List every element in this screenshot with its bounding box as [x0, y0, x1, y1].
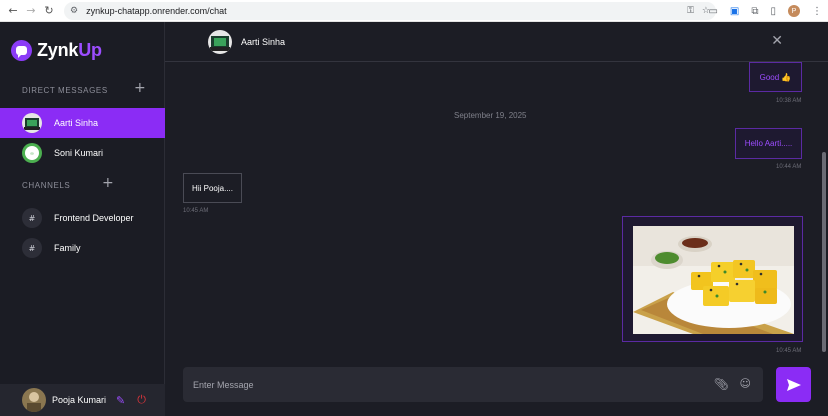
hash-icon: # [22, 238, 42, 258]
date-separator: September 19, 2025 [454, 111, 527, 120]
power-icon[interactable]: ⏻ [137, 393, 146, 407]
address-bar[interactable]: ⚙ zynkup-chatapp.onrender.com/chat ⚿ ☆ [64, 2, 716, 20]
key-icon[interactable]: ⚿ [687, 6, 694, 16]
message-bubble: Hii Pooja.... [183, 173, 242, 203]
svg-text:∞: ∞ [30, 151, 34, 157]
chat-bubble-icon [11, 40, 32, 61]
current-user-bar: Pooja Kumari ✎ ⏻ [0, 384, 165, 416]
sidebar: ZynkUp DIRECT MESSAGES + Aarti Sinha ∞ S… [0, 22, 165, 416]
reload-icon[interactable]: ↻ [40, 2, 58, 20]
send-button[interactable] [776, 367, 811, 402]
menu-icon[interactable]: ⋮ [812, 6, 822, 17]
logo-text-primary: Zynk [37, 40, 79, 60]
channels-section-title: CHANNELS [22, 181, 71, 190]
send-icon [786, 378, 801, 391]
message-time: 10:45 AM [776, 348, 802, 354]
paperclip-icon[interactable]: 📎︎ [714, 377, 729, 391]
screen-icon[interactable]: ▣ [730, 6, 739, 17]
message-text: Hii Pooja.... [192, 183, 233, 193]
avatar [22, 113, 42, 133]
split-view-icon[interactable]: ▯ [770, 6, 776, 17]
sidebar-item-label: Aarti Sinha [54, 118, 99, 128]
chat-header: Aarti Sinha ✕ [165, 22, 828, 62]
sidebar-item-soni-kumari[interactable]: ∞ Soni Kumari [0, 138, 165, 168]
plus-icon[interactable]: + [134, 80, 146, 96]
hash-icon: # [22, 208, 42, 228]
message-composer: 📎︎ ☺ [183, 367, 763, 402]
dm-section-title: DIRECT MESSAGES [22, 86, 108, 95]
emoji-icon[interactable]: ☺ [740, 377, 751, 390]
close-icon[interactable]: ✕ [771, 33, 783, 49]
chat-contact-name: Aarti Sinha [241, 36, 286, 47]
food-photo[interactable] [633, 226, 794, 334]
message-time: 10:45 AM [183, 208, 209, 214]
sidebar-item-label: Soni Kumari [54, 148, 104, 158]
sidebar-item-label: Family [54, 243, 81, 253]
message-bubble: Hello Aarti..... [735, 128, 802, 159]
url-text: zynkup-chatapp.onrender.com/chat [86, 6, 227, 16]
extensions-icon[interactable]: ⧉ [751, 6, 758, 17]
message-bubble: Good 👍 [749, 62, 802, 92]
scrollbar-thumb[interactable] [822, 152, 826, 352]
sidebar-item-aarti-sinha[interactable]: Aarti Sinha [0, 108, 165, 138]
profile-avatar[interactable]: P [788, 5, 800, 17]
browser-toolbar: ← → ↻ ⚙ zynkup-chatapp.onrender.com/chat… [0, 0, 828, 22]
image-message[interactable] [622, 216, 803, 342]
scrollbar[interactable] [820, 62, 828, 362]
message-time: 10:44 AM [776, 164, 802, 170]
avatar: ∞ [22, 143, 42, 163]
message-text: Good 👍 [759, 72, 792, 82]
avatar[interactable] [22, 388, 46, 412]
site-settings-icon[interactable]: ⚙ [70, 6, 78, 16]
message-input[interactable] [193, 379, 673, 390]
current-user-name: Pooja Kumari [52, 395, 107, 405]
sidebar-item-label: Frontend Developer [54, 213, 134, 223]
logo[interactable]: ZynkUp [11, 40, 102, 61]
sidebar-item-frontend-developer[interactable]: # Frontend Developer [0, 203, 165, 233]
message-time: 10:38 AM [776, 98, 802, 104]
edit-icon[interactable]: ✎ [116, 394, 125, 407]
logo-text-accent: Up [78, 40, 102, 60]
plus-icon[interactable]: + [102, 175, 114, 191]
sidebar-item-family[interactable]: # Family [0, 233, 165, 263]
back-icon[interactable]: ← [4, 2, 22, 20]
message-text: Hello Aarti..... [744, 139, 793, 148]
message-list: Good 👍 10:38 AM September 19, 2025 Hello… [165, 62, 820, 362]
avatar [208, 29, 232, 54]
forward-icon[interactable]: → [22, 2, 40, 20]
cast-icon[interactable]: ▭ [708, 6, 717, 17]
